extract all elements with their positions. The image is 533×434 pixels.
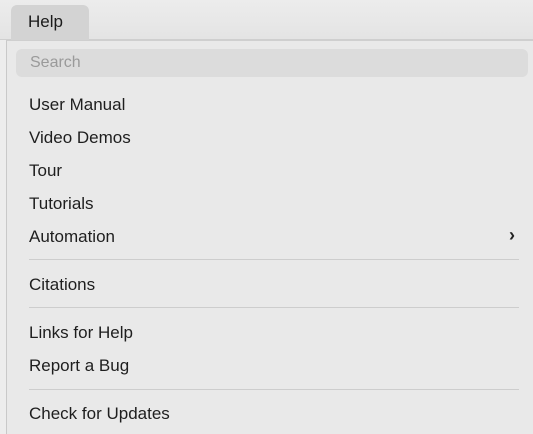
- menu-separator: [29, 307, 519, 308]
- menu-item-links-for-help[interactable]: Links for Help: [29, 316, 133, 349]
- menu-item-citations[interactable]: Citations: [29, 268, 95, 301]
- menu-item-check-for-updates[interactable]: Check for Updates: [29, 397, 170, 430]
- menu-item-report-a-bug[interactable]: Report a Bug: [29, 349, 129, 382]
- help-menu-dropdown: Search User Manual Video Demos Tour Tuto…: [6, 40, 533, 434]
- menu-separator: [29, 389, 519, 390]
- menu-separator: [29, 259, 519, 260]
- menu-item-tutorials[interactable]: Tutorials: [29, 187, 94, 220]
- menu-bar: Help: [0, 0, 533, 40]
- menu-item-user-manual[interactable]: User Manual: [29, 88, 125, 121]
- menu-search-input[interactable]: Search: [16, 49, 528, 77]
- help-menu-title[interactable]: Help: [11, 5, 89, 40]
- submenu-chevron-icon: ›: [509, 225, 515, 245]
- menu-item-automation[interactable]: Automation: [29, 220, 115, 253]
- menu-item-video-demos[interactable]: Video Demos: [29, 121, 131, 154]
- menu-item-tour[interactable]: Tour: [29, 154, 62, 187]
